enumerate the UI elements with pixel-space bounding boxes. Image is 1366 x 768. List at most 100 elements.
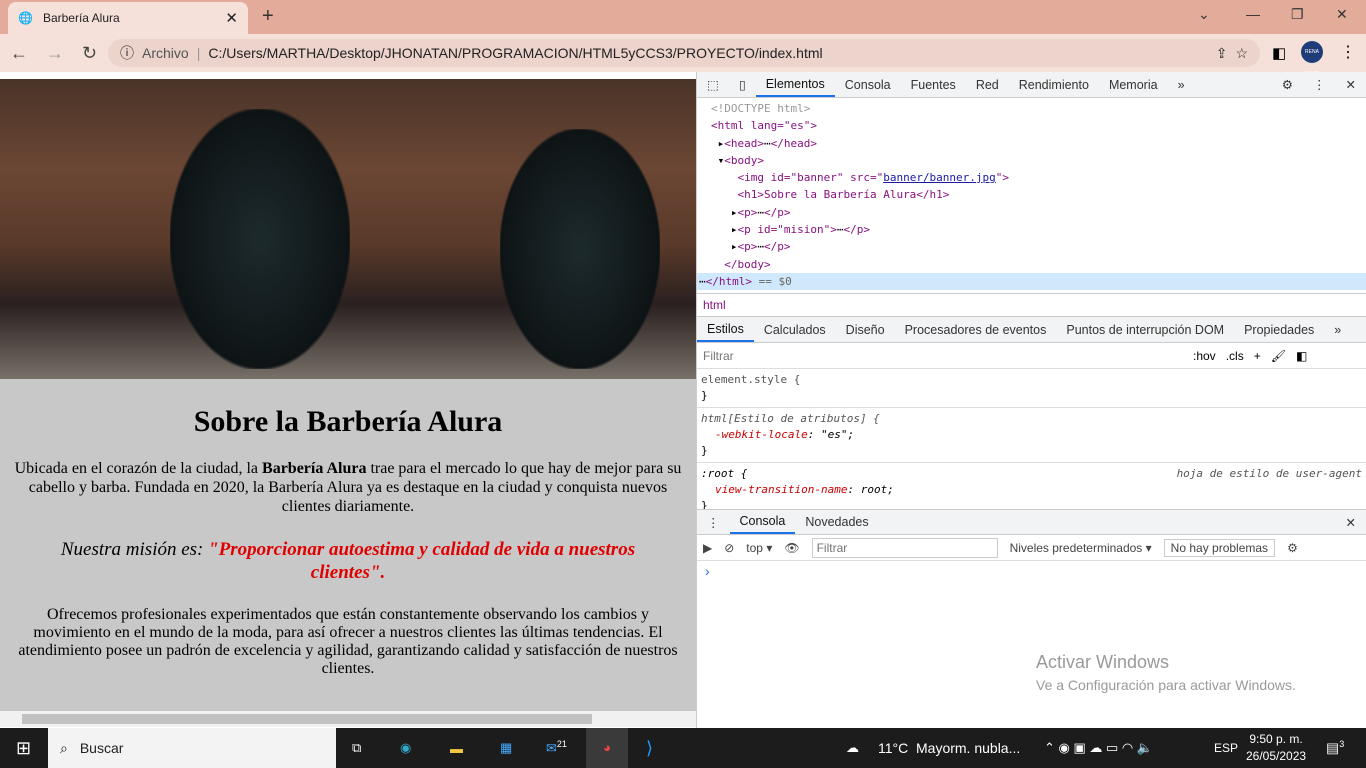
mail-icon[interactable]: ✉21 — [546, 739, 567, 756]
breadcrumb[interactable]: html — [703, 298, 726, 312]
drawer-tab-consola[interactable]: Consola — [729, 510, 796, 535]
new-tab-button[interactable]: + — [262, 5, 274, 28]
reload-icon[interactable]: ↻ — [82, 43, 97, 64]
watermark-title: Activar Windows — [1036, 652, 1170, 672]
hov-button[interactable]: :hov — [1193, 349, 1216, 363]
dom-body-close[interactable]: </body> — [697, 256, 1366, 273]
maximize-button[interactable]: ❐ — [1291, 6, 1304, 23]
dom-p-mision[interactable]: ▸<p id="mision">⋯</p> — [697, 221, 1366, 238]
page-viewport: Sobre la Barbería Alura Ubicada en el co… — [0, 79, 696, 711]
language-indicator[interactable]: ESP — [1214, 741, 1238, 755]
dom-p[interactable]: ▸<p>⋯</p> — [697, 238, 1366, 255]
vscode-icon[interactable]: ⟩ — [646, 738, 653, 759]
close-window-button[interactable]: ✕ — [1336, 6, 1348, 23]
tab-diseno[interactable]: Diseño — [836, 317, 895, 342]
notifications-icon[interactable]: ▤3 — [1326, 739, 1344, 757]
add-rule-icon[interactable]: + — [1254, 349, 1261, 363]
cls-button[interactable]: .cls — [1226, 349, 1244, 363]
eye-icon[interactable]: 👁 — [784, 541, 799, 555]
scrollbar-thumb[interactable] — [22, 714, 592, 724]
rule-attributes[interactable]: html[Estilo de atributos] {-webkit-local… — [697, 408, 1366, 464]
tab-memoria[interactable]: Memoria — [1099, 72, 1168, 97]
tab-estilos[interactable]: Estilos — [697, 317, 754, 343]
tab-search-icon[interactable]: ⌄ — [1198, 6, 1210, 23]
minimize-button[interactable]: — — [1246, 6, 1260, 22]
dom-p[interactable]: ▸<p>⋯</p> — [697, 204, 1366, 221]
back-icon[interactable]: ← — [10, 43, 28, 64]
device-toolbar-icon[interactable]: ▯ — [729, 72, 756, 97]
log-levels-dropdown[interactable]: Niveles predeterminados ▾ — [1010, 541, 1152, 555]
inspect-icon[interactable]: ⬚ — [697, 72, 729, 97]
tab-dom-breakpoints[interactable]: Puntos de interrupción DOM — [1056, 317, 1234, 342]
clock[interactable]: 9:50 p. m. 26/05/2023 — [1246, 731, 1306, 765]
browser-tab[interactable]: 🌐 Barbería Alura ✕ — [8, 2, 248, 34]
console-filter-input[interactable] — [811, 537, 998, 558]
drawer-tab-novedades[interactable]: Novedades — [795, 510, 878, 534]
sidebar-toggle-icon[interactable]: ▶ — [703, 541, 712, 555]
tab-consola[interactable]: Consola — [835, 72, 901, 97]
menu-icon[interactable]: ⋮ — [1340, 42, 1356, 62]
dom-h1[interactable]: <h1>Sobre la Barbería Alura</h1> — [697, 186, 1366, 203]
dom-html[interactable]: <html lang="es"> — [697, 117, 1366, 134]
side-panel-icon[interactable]: ◧ — [1272, 44, 1286, 62]
dom-img[interactable]: <img id="banner" src="banner/banner.jpg"… — [697, 169, 1366, 186]
styles-filter-input[interactable] — [703, 348, 1183, 363]
mission-paragraph: Nuestra misión es: "Proporcionar autoest… — [40, 538, 656, 584]
forward-icon[interactable]: → — [46, 43, 64, 64]
page-title: Sobre la Barbería Alura — [193, 405, 503, 438]
task-view-icon[interactable]: ⧉ — [352, 740, 361, 756]
more-tabs-icon[interactable]: » — [1324, 317, 1351, 342]
intro-text: Ubicada en el corazón de la ciudad, la — [14, 460, 263, 477]
drawer-tabs: ⋮ Consola Novedades ✕ — [697, 509, 1366, 536]
styles-pane: element.style {} html[Estilo de atributo… — [697, 369, 1366, 509]
edge-icon[interactable]: ◉ — [400, 740, 411, 756]
watermark-subtitle: Ve a Configuración para activar Windows. — [1036, 677, 1296, 693]
address-bar[interactable]: ⓘ Archivo | C:/Users/MARTHA/Desktop/JHON… — [108, 39, 1260, 67]
tab-calculados[interactable]: Calculados — [754, 317, 836, 342]
more-tabs-icon[interactable]: » — [1168, 72, 1195, 97]
rule-element-style[interactable]: element.style {} — [697, 369, 1366, 409]
context-select[interactable]: top ▾ — [746, 541, 772, 555]
taskbar-search[interactable]: ⌕ Buscar — [48, 728, 336, 768]
rule-root[interactable]: :root {hoja de estilo de user-agent view-… — [697, 463, 1366, 509]
tab-propiedades[interactable]: Propiedades — [1234, 317, 1324, 342]
console-settings-icon[interactable]: ⚙ — [1287, 541, 1298, 555]
tray-icons[interactable]: ⌃ ◉ ▣ ☁ ▭ ◠ 🔈 — [1044, 740, 1153, 756]
store-icon[interactable]: ▦ — [500, 740, 512, 756]
more-options-icon[interactable]: ⋮ — [1303, 72, 1336, 97]
file-explorer-icon[interactable]: ▬ — [450, 741, 463, 756]
bookmark-star-icon[interactable]: ☆ — [1235, 45, 1248, 62]
close-drawer-icon[interactable]: ✕ — [1336, 510, 1366, 534]
console-prompt[interactable]: › — [697, 561, 1366, 581]
share-icon[interactable]: ⇪ — [1216, 45, 1228, 62]
tab-elementos[interactable]: Elementos — [755, 72, 835, 97]
clear-console-icon[interactable]: ⊘ — [724, 541, 734, 555]
weather-temp[interactable]: 11°C — [878, 740, 908, 756]
chrome-icon[interactable]: ◕ — [586, 728, 628, 768]
tab-rendimiento[interactable]: Rendimiento — [1009, 72, 1099, 97]
divider: | — [196, 45, 201, 61]
issues-button[interactable]: No hay problemas — [1163, 538, 1276, 557]
tab-fuentes[interactable]: Fuentes — [901, 72, 966, 97]
toggle-sidebar-icon[interactable]: ◧ — [1296, 349, 1307, 363]
drawer-menu-icon[interactable]: ⋮ — [697, 510, 730, 534]
mission-label: Nuestra misión es: — [60, 539, 209, 560]
windows-start-icon[interactable]: ⊞ — [16, 738, 31, 759]
page-content: Sobre la Barbería Alura Ubicada en el co… — [0, 379, 696, 678]
dom-body[interactable]: ▾<body> — [697, 152, 1366, 169]
url-text[interactable]: C:/Users/MARTHA/Desktop/JHONATAN/PROGRAM… — [208, 45, 822, 61]
settings-icon[interactable]: ⚙ — [1272, 72, 1303, 97]
close-tab-icon[interactable]: ✕ — [225, 9, 238, 27]
tab-red[interactable]: Red — [966, 72, 1009, 97]
tab-eventos[interactable]: Procesadores de eventos — [895, 317, 1057, 342]
dom-tree: <!DOCTYPE html> <html lang="es"> ▸<head>… — [697, 98, 1366, 291]
tab-title: Barbería Alura — [42, 11, 120, 25]
dom-html-close-selected[interactable]: ⋯</html> == $0 — [697, 272, 1366, 291]
profile-avatar[interactable]: RENA WARE — [1301, 41, 1323, 77]
dom-doctype[interactable]: <!DOCTYPE html> — [697, 100, 1366, 117]
paint-icon[interactable]: 🖌 — [1271, 349, 1286, 363]
close-devtools-icon[interactable]: ✕ — [1336, 72, 1366, 97]
weather-icon[interactable]: ☁ — [846, 740, 859, 756]
dom-head[interactable]: ▸<head>⋯</head> — [697, 135, 1366, 152]
weather-text[interactable]: Mayorm. nubla... — [916, 740, 1020, 756]
